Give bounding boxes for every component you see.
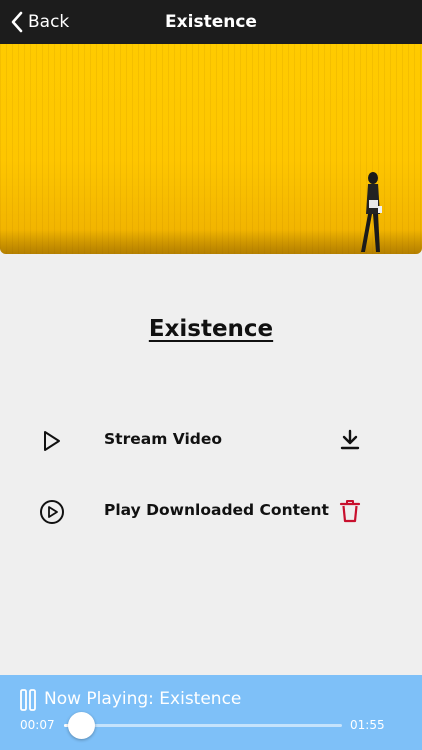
chevron-left-icon xyxy=(11,11,23,33)
back-button[interactable]: Back xyxy=(10,0,69,44)
progress-slider[interactable] xyxy=(64,712,342,739)
back-label: Back xyxy=(28,12,70,32)
download-icon[interactable] xyxy=(336,426,364,454)
stream-video-label[interactable]: Stream Video xyxy=(104,430,222,448)
play-downloaded-label[interactable]: Play Downloaded Content xyxy=(104,501,329,519)
trash-icon[interactable] xyxy=(336,497,364,525)
now-playing-bar: Now Playing: Existence 00:07 01:55 xyxy=(0,675,422,750)
slider-thumb[interactable] xyxy=(67,712,95,739)
nav-title: Existence xyxy=(165,12,257,32)
play-icon[interactable] xyxy=(38,427,66,455)
elapsed-time: 00:07 xyxy=(20,718,55,732)
navigation-bar: Back Existence xyxy=(0,0,422,44)
now-playing-text: Now Playing: Existence xyxy=(44,689,242,709)
play-circle-icon[interactable] xyxy=(38,498,66,526)
total-time: 01:55 xyxy=(350,718,385,732)
play-downloaded-row[interactable]: Play Downloaded Content xyxy=(0,486,422,536)
walking-person-figure xyxy=(361,172,382,252)
page-title: Existence xyxy=(148,316,274,342)
pause-icon[interactable] xyxy=(20,689,36,711)
hero-image xyxy=(0,44,422,254)
stream-video-row[interactable]: Stream Video xyxy=(0,415,422,465)
